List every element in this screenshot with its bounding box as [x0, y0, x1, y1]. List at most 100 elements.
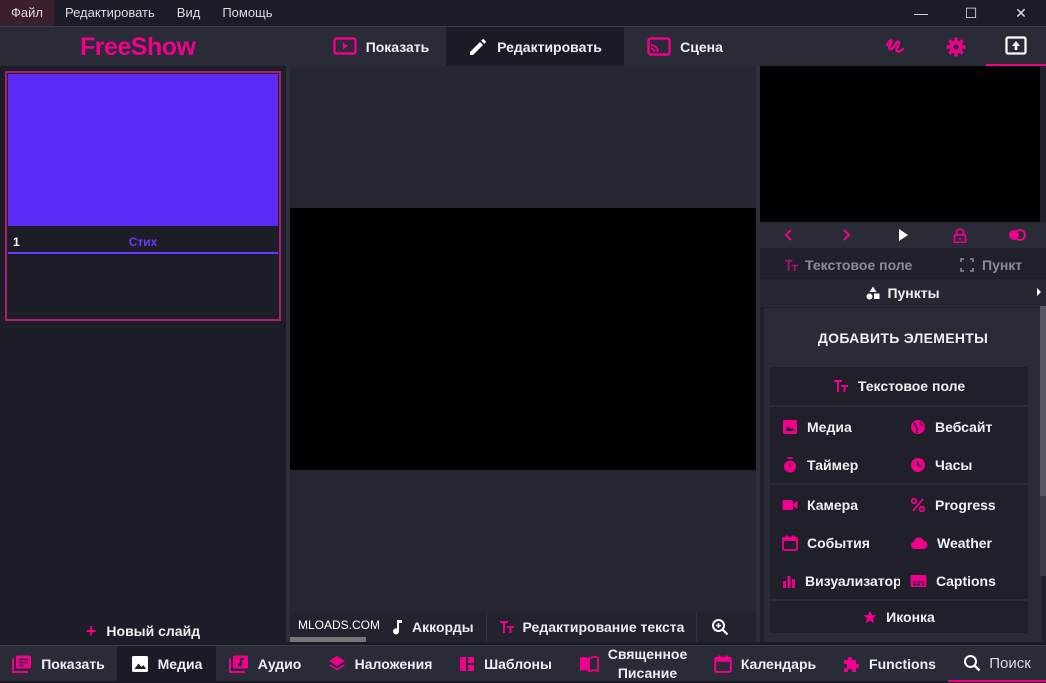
watermark-text: MLOADS.COM: [298, 618, 381, 632]
slide-preview: [8, 74, 278, 226]
chart-icon: [783, 576, 795, 588]
play-button[interactable]: [874, 229, 931, 241]
chords-button[interactable]: Аккорды: [378, 612, 486, 642]
settings-button[interactable]: [934, 27, 978, 66]
chords-label: Аккорды: [412, 619, 474, 635]
tab-show[interactable]: Показать: [316, 27, 446, 66]
add-media-button[interactable]: Медиа: [782, 417, 902, 437]
media-group: Медиа Вебсайт Таймер Часы: [770, 407, 1028, 483]
lock-button[interactable]: [932, 227, 989, 243]
add-website-label: Вебсайт: [935, 419, 993, 435]
add-camera-button[interactable]: Камера: [782, 495, 902, 515]
add-visualizer-label: Визуализатор: [805, 573, 900, 589]
chevron-right-icon: [843, 229, 851, 241]
slide-thumbnail[interactable]: Стих 1: [5, 71, 281, 321]
drawer-tab-templates-label: Шаблоны: [484, 656, 552, 672]
add-timer-button[interactable]: Таймер: [782, 455, 902, 475]
widgets-group: Камера Progress События Weather Визуализ…: [770, 485, 1028, 599]
tab-text-field-label: Текстовое поле: [805, 257, 913, 273]
preview-controls: [760, 222, 1046, 248]
search-icon: [964, 655, 981, 672]
scrollbar-thumb[interactable]: [1040, 306, 1046, 496]
window-controls: — ☐ ✕: [896, 0, 1046, 26]
drawer-tab-calendar[interactable]: Календарь: [700, 646, 830, 682]
add-text-field-button[interactable]: Текстовое поле: [770, 367, 1028, 405]
play-icon: [898, 229, 908, 241]
tab-stage[interactable]: Сцена: [630, 27, 740, 66]
toggle-button[interactable]: [989, 229, 1046, 241]
add-visualizer-button[interactable]: Визуализатор: [782, 571, 900, 591]
editor-toolbar-scroll[interactable]: MLOADS.COM: [290, 612, 381, 642]
shows-icon: [12, 655, 32, 673]
drawer-tab-audio[interactable]: Аудио: [216, 646, 314, 682]
previous-button[interactable]: [760, 229, 817, 241]
close-button[interactable]: ✕: [996, 0, 1046, 26]
timer-icon: [784, 457, 796, 473]
tab-show-label: Показать: [365, 38, 430, 55]
items-tab[interactable]: Пункты: [760, 279, 1046, 307]
percent-icon: [910, 497, 926, 513]
search-label: Поиск: [989, 654, 1031, 672]
zoom-icon: [712, 619, 729, 636]
drawer-tab-templates[interactable]: Шаблоны: [446, 646, 565, 682]
output-preview[interactable]: [760, 66, 1040, 222]
next-button[interactable]: [817, 229, 874, 241]
add-weather-button[interactable]: Weather: [910, 533, 1028, 553]
layers-icon: [328, 656, 345, 671]
captions-icon: [910, 575, 927, 587]
draw-button[interactable]: [874, 27, 916, 66]
drawer-tabs: Показать Медиа Аудио Наложения Шаблоны С…: [0, 645, 1046, 682]
music-note-icon: [393, 620, 402, 635]
drawer-tab-scripture[interactable]: Священное Писание: [566, 646, 700, 682]
items-tab-label: Пункты: [887, 285, 940, 301]
drawer-tab-overlays-label: Наложения: [354, 656, 433, 672]
add-events-button[interactable]: События: [782, 533, 902, 553]
add-captions-button[interactable]: Captions: [910, 571, 1028, 591]
right-panel-scrollbar[interactable]: [1040, 306, 1046, 576]
drawer-tab-audio-label: Аудио: [257, 656, 302, 672]
slide-canvas[interactable]: [290, 208, 756, 470]
right-panel: Текстовое поле Пункт Пункты ДОБАВИТЬ ЭЛЕ…: [760, 66, 1046, 642]
drawer-tab-overlays[interactable]: Наложения: [314, 646, 446, 682]
drawer-tab-shows[interactable]: Показать: [0, 646, 117, 682]
menu-view[interactable]: Вид: [166, 0, 212, 26]
chevron-left-icon: [784, 229, 792, 241]
drawer-tab-scripture-line1: Священное: [607, 646, 688, 662]
menu-edit[interactable]: Редактировать: [54, 0, 166, 26]
new-slide-button[interactable]: + Новый слайд: [0, 620, 286, 642]
output-screen-icon: [1005, 35, 1027, 55]
maximize-button[interactable]: ☐: [946, 0, 996, 26]
minimize-button[interactable]: —: [896, 0, 946, 26]
overlap-icon: [1009, 229, 1027, 241]
zoom-button[interactable]: [696, 612, 743, 642]
media-icon: [131, 656, 148, 672]
add-clock-button[interactable]: Часы: [910, 455, 1028, 475]
star-icon: [863, 610, 877, 624]
slides-panel: Стих 1 + Новый слайд: [0, 66, 286, 642]
draw-icon: [885, 38, 905, 53]
tab-edit-label: Редактировать: [497, 38, 602, 55]
templates-icon: [460, 657, 475, 671]
item-tabs: Текстовое поле Пункт: [760, 252, 1046, 278]
drawer-tab-media-label: Медиа: [157, 656, 203, 672]
tab-edit[interactable]: Редактировать: [446, 27, 624, 66]
drawer-tab-media[interactable]: Медиа: [117, 646, 216, 682]
search-tab[interactable]: Поиск: [948, 646, 1046, 682]
drawer-tab-functions[interactable]: Functions: [830, 646, 948, 682]
add-icon-button[interactable]: Иконка: [770, 601, 1028, 633]
tab-text-field[interactable]: Текстовое поле: [784, 257, 912, 273]
text-edit-button[interactable]: Редактирование текста: [485, 612, 697, 642]
add-website-button[interactable]: Вебсайт: [910, 417, 1028, 437]
book-icon: [579, 656, 599, 672]
drawer-tab-scripture-line2: Писание: [617, 665, 678, 681]
camera-icon: [782, 500, 798, 510]
output-button[interactable]: [986, 27, 1046, 66]
show-icon: [332, 36, 357, 55]
add-progress-button[interactable]: Progress: [910, 495, 1028, 515]
image-icon: [783, 420, 797, 434]
triangle-right-icon[interactable]: [1036, 287, 1042, 297]
menu-help[interactable]: Помощь: [211, 0, 283, 26]
horizontal-scrollbar[interactable]: [290, 637, 366, 642]
tab-item[interactable]: Пункт: [960, 257, 1022, 273]
menu-file[interactable]: Файл: [0, 0, 54, 26]
